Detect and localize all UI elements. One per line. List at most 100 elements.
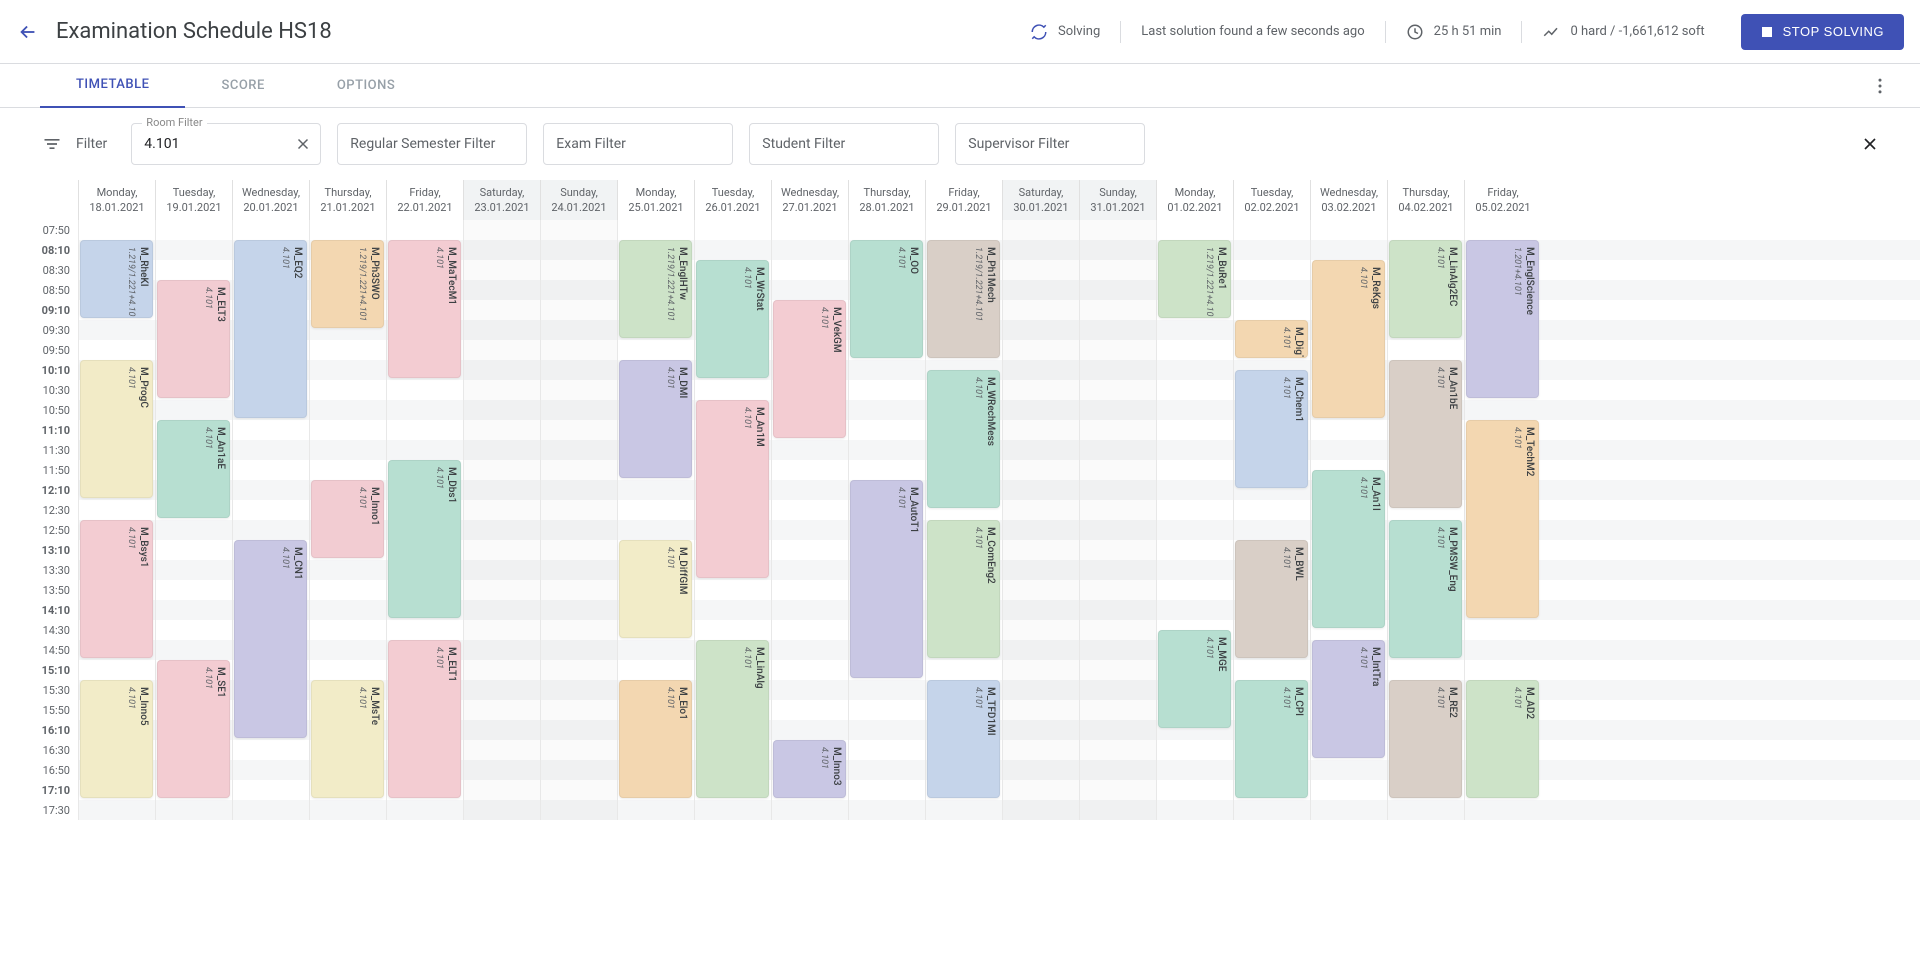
exam-title: M_An1aE xyxy=(215,427,226,469)
time-label: 17:10 xyxy=(0,780,78,800)
room-filter-clear-button[interactable] xyxy=(294,135,312,153)
exam-title: M_DigT xyxy=(1293,327,1304,358)
exam-room: 4.101 xyxy=(357,687,367,709)
time-label: 11:10 xyxy=(0,420,78,440)
exam-event[interactable]: M_Dbs14.101 xyxy=(388,460,461,618)
exam-event[interactable]: M_Elo14.101 xyxy=(619,680,692,798)
exam-event[interactable]: M_SE14.101 xyxy=(157,660,230,798)
day-header: Tuesday,02.02.2021 xyxy=(1233,180,1310,220)
exam-event[interactable]: M_EnglScience1.201+4.101 xyxy=(1466,240,1539,398)
exam-event[interactable]: M_ELT34.101 xyxy=(157,280,230,398)
time-label: 13:10 xyxy=(0,540,78,560)
exam-event[interactable]: M_Chem14.101 xyxy=(1235,370,1308,488)
exam-title: M_TFD1MI xyxy=(985,687,996,736)
exam-event[interactable]: M_Inno34.101 xyxy=(773,740,846,798)
exam-event[interactable]: M_WrStat4.101 xyxy=(696,260,769,378)
exam-room: 1.201+4.101 xyxy=(1512,247,1522,296)
time-label: 07:50 xyxy=(0,220,78,240)
regular-semester-filter-input[interactable]: Regular Semester Filter xyxy=(337,123,527,165)
day-header: Thursday,28.01.2021 xyxy=(848,180,925,220)
exam-event[interactable]: M_BuRe11.219/1.221+4.101 xyxy=(1158,240,1231,318)
day-header: Monday,18.01.2021 xyxy=(78,180,155,220)
exam-event[interactable]: M_ComEng24.101 xyxy=(927,520,1000,658)
exam-room: 4.101 xyxy=(1358,267,1368,289)
exam-event[interactable]: M_An1aE4.101 xyxy=(157,420,230,518)
exam-event[interactable]: M_Bsys14.101 xyxy=(80,520,153,658)
exam-event[interactable]: M_TFD1MI4.101 xyxy=(927,680,1000,798)
exam-event[interactable]: M_AutoT14.101 xyxy=(850,480,923,678)
exam-event[interactable]: M_WRechMess4.101 xyxy=(927,370,1000,508)
sync-icon xyxy=(1030,23,1048,41)
exam-event[interactable]: M_An1I4.101 xyxy=(1312,470,1385,628)
exam-event[interactable]: M_EnglHTw1.219/1.221+4.101 xyxy=(619,240,692,338)
day-header: Friday,29.01.2021 xyxy=(925,180,1002,220)
exam-event[interactable]: M_EQ24.101 xyxy=(234,240,307,418)
exam-room: 4.101 xyxy=(973,377,983,399)
exam-event[interactable]: M_ProgC4.101 xyxy=(80,360,153,498)
back-button[interactable] xyxy=(16,20,40,44)
exam-room: 4.101 xyxy=(665,367,675,389)
exam-room: 4.101 xyxy=(434,247,444,269)
exam-room: 4.101 xyxy=(896,487,906,509)
exam-title: M_BWL xyxy=(1293,547,1304,581)
exam-event[interactable]: M_An1bE4.101 xyxy=(1389,360,1462,508)
exam-title: M_WrStat xyxy=(754,267,765,311)
exam-event[interactable]: M_VekGM4.101 xyxy=(773,300,846,438)
exam-title: M_PMSW_Eng xyxy=(1447,527,1458,592)
exam-event[interactable]: M_Ph3SWO1.219/1.221+4.101 xyxy=(311,240,384,328)
exam-title: M_MsTe xyxy=(369,687,380,725)
exam-filter-input[interactable]: Exam Filter xyxy=(543,123,733,165)
timetable-grid[interactable]: 07:5008:1008:3008:5009:1009:3009:5010:10… xyxy=(0,180,1920,980)
time-label: 10:30 xyxy=(0,380,78,400)
exam-event[interactable]: M_MaTecM14.101 xyxy=(388,240,461,378)
stop-solving-button[interactable]: STOP SOLVING xyxy=(1741,14,1904,50)
exam-event[interactable]: M_ELT14.101 xyxy=(388,640,461,798)
exam-title: M_EQ2 xyxy=(292,247,303,278)
exam-event[interactable]: M_Ph1Mech1.219/1.221+4.101 xyxy=(927,240,1000,358)
exam-event[interactable]: M_AD24.101 xyxy=(1466,680,1539,798)
exam-event[interactable]: M_LinAlg2EC4.101 xyxy=(1389,240,1462,338)
exam-event[interactable]: M_CN14.101 xyxy=(234,540,307,738)
exam-event[interactable]: M_IntTra4.101 xyxy=(1312,640,1385,758)
exam-event[interactable]: M_OO4.101 xyxy=(850,240,923,358)
exam-room: 4.101 xyxy=(434,647,444,669)
exam-title: M_An1M xyxy=(754,407,765,447)
exam-event[interactable]: M_MsTe4.101 xyxy=(311,680,384,798)
tab-score[interactable]: SCORE xyxy=(185,64,300,108)
exam-event[interactable]: M_CPI4.101 xyxy=(1235,680,1308,798)
exam-room: 1.219/1.221+4.101 xyxy=(1204,247,1214,318)
exam-event[interactable]: M_BWL4.101 xyxy=(1235,540,1308,658)
day-header: Thursday,04.02.2021 xyxy=(1387,180,1464,220)
exam-event[interactable]: M_TechM24.101 xyxy=(1466,420,1539,618)
exam-event[interactable]: M_MGE4.101 xyxy=(1158,630,1231,728)
exam-room: 4.101 xyxy=(203,427,213,449)
clear-all-filters-button[interactable] xyxy=(1860,134,1880,154)
day-header: Friday,05.02.2021 xyxy=(1464,180,1541,220)
student-filter-input[interactable]: Student Filter xyxy=(749,123,939,165)
exam-event[interactable]: M_RE24.101 xyxy=(1389,680,1462,798)
supervisor-filter-input[interactable]: Supervisor Filter xyxy=(955,123,1145,165)
exam-event[interactable]: M_Inno54.101 xyxy=(80,680,153,798)
exam-room: 4.101 xyxy=(742,407,752,429)
exam-event[interactable]: M_DiffGlM4.101 xyxy=(619,540,692,638)
room-filter-input[interactable]: Room Filter 4.101 xyxy=(131,123,321,165)
exam-event[interactable]: M_ReKgs4.101 xyxy=(1312,260,1385,418)
day-header: Sunday,24.01.2021 xyxy=(540,180,617,220)
exam-event[interactable]: M_DigT4.101 xyxy=(1235,320,1308,358)
more-menu-button[interactable] xyxy=(1864,76,1896,96)
clock-icon xyxy=(1406,23,1424,41)
exam-event[interactable]: M_Inno14.101 xyxy=(311,480,384,558)
tab-timetable[interactable]: TIMETABLE xyxy=(40,64,185,108)
exam-event[interactable]: M_RheKI1.219/1.221+4.101 xyxy=(80,240,153,318)
exam-room: 4.101 xyxy=(973,527,983,549)
exam-room: 4.101 xyxy=(1435,367,1445,389)
exam-title: M_VekGM xyxy=(831,307,842,353)
exam-event[interactable]: M_DMI4.101 xyxy=(619,360,692,478)
exam-title: M_TechM2 xyxy=(1524,427,1535,476)
exam-room: 4.101 xyxy=(819,747,829,769)
tab-options[interactable]: OPTIONS xyxy=(301,64,431,108)
exam-event[interactable]: M_An1M4.101 xyxy=(696,400,769,578)
exam-event[interactable]: M_LinAlg4.101 xyxy=(696,640,769,798)
exam-room: 4.101 xyxy=(1512,427,1522,449)
exam-event[interactable]: M_PMSW_Eng4.101 xyxy=(1389,520,1462,658)
